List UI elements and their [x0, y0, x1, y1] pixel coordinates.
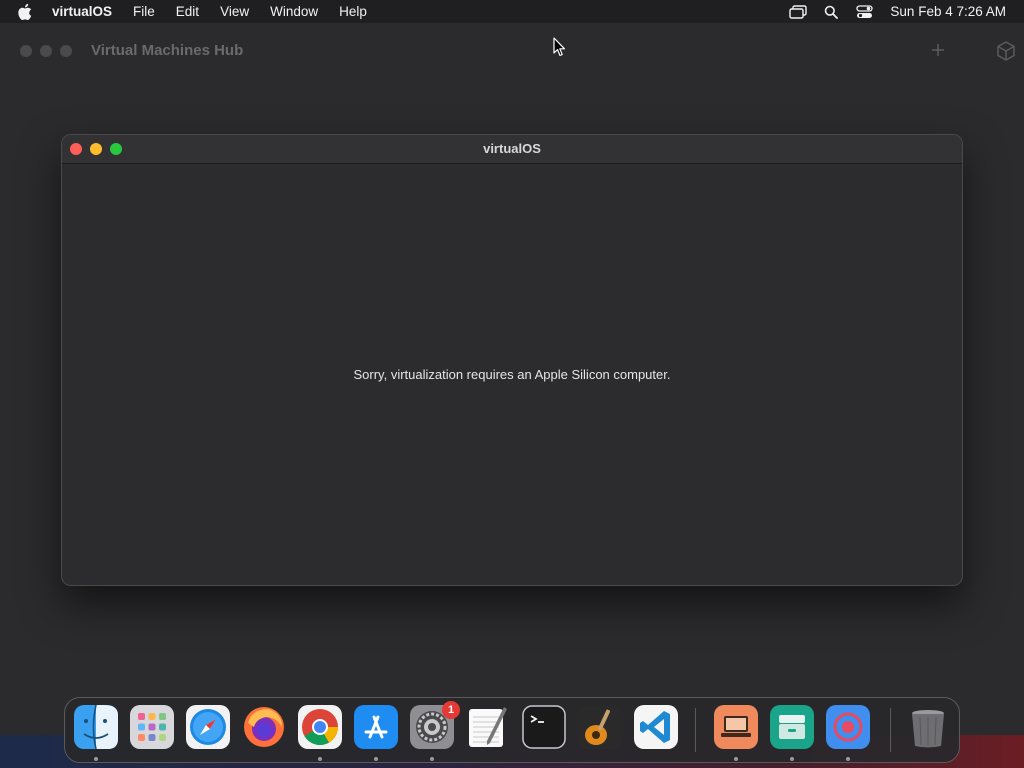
system-settings-icon[interactable]: 1 — [410, 701, 460, 749]
menu-file[interactable]: File — [133, 4, 155, 19]
search-icon[interactable] — [822, 4, 840, 20]
mouse-cursor-icon — [553, 37, 567, 57]
archive-utility-icon[interactable] — [770, 705, 814, 749]
screen-mirroring-icon[interactable] — [789, 4, 808, 20]
plus-icon[interactable] — [929, 41, 947, 59]
virtualos-running-indicator — [734, 757, 738, 761]
chrome-running-indicator — [318, 757, 322, 761]
notification-badge: 1 — [442, 701, 460, 719]
hub-minimize-button[interactable] — [40, 45, 52, 57]
menu-bar: virtualOS File Edit View Window Help Sun… — [0, 0, 1024, 23]
vscode-icon[interactable] — [634, 705, 678, 749]
hub-window-controls — [20, 45, 72, 57]
menu-app-name[interactable]: virtualOS — [52, 4, 112, 19]
terminal-icon[interactable] — [522, 705, 566, 749]
menu-view[interactable]: View — [220, 4, 249, 19]
menu-edit[interactable]: Edit — [176, 4, 199, 19]
virtualos-window: virtualOS Sorry, virtualization requires… — [61, 134, 963, 586]
cube-icon[interactable] — [995, 40, 1017, 62]
firefox-icon[interactable] — [242, 705, 286, 749]
app-store-running-indicator — [374, 757, 378, 761]
safari-icon[interactable] — [186, 705, 230, 749]
control-center-icon[interactable] — [855, 4, 873, 20]
dock: 1 — [64, 697, 960, 763]
hub-title-bar: Virtual Machines Hub — [0, 23, 1024, 77]
app-store-icon[interactable] — [354, 705, 398, 749]
dock-separator-trash — [890, 708, 891, 752]
virtualos-title-bar[interactable]: virtualOS — [62, 135, 962, 164]
archive-utility-running-indicator — [790, 757, 794, 761]
hub-close-button[interactable] — [20, 45, 32, 57]
screen-recorder-running-indicator — [846, 757, 850, 761]
virtualos-app-icon[interactable] — [714, 705, 758, 749]
garageband-icon[interactable] — [578, 705, 622, 749]
dock-separator — [695, 708, 696, 752]
launchpad-icon[interactable] — [130, 705, 174, 749]
finder-running-indicator — [94, 757, 98, 761]
trash-icon[interactable] — [906, 705, 950, 749]
virtualos-window-title: virtualOS — [483, 141, 541, 156]
screen-recorder-icon[interactable] — [826, 705, 870, 749]
menu-bar-status-area: Sun Feb 4 7:26 AM — [789, 0, 1024, 23]
menu-help[interactable]: Help — [339, 4, 367, 19]
chrome-icon[interactable] — [298, 705, 342, 749]
menu-bar-clock[interactable]: Sun Feb 4 7:26 AM — [890, 4, 1006, 19]
menu-window[interactable]: Window — [270, 4, 318, 19]
finder-icon[interactable] — [74, 704, 118, 750]
error-message: Sorry, virtualization requires an Apple … — [353, 367, 671, 382]
apple-menu-icon[interactable] — [17, 3, 35, 21]
textedit-icon[interactable] — [466, 705, 510, 749]
hub-maximize-button[interactable] — [60, 45, 72, 57]
hub-window-title: Virtual Machines Hub — [91, 42, 244, 59]
system-settings-running-indicator — [430, 757, 434, 761]
